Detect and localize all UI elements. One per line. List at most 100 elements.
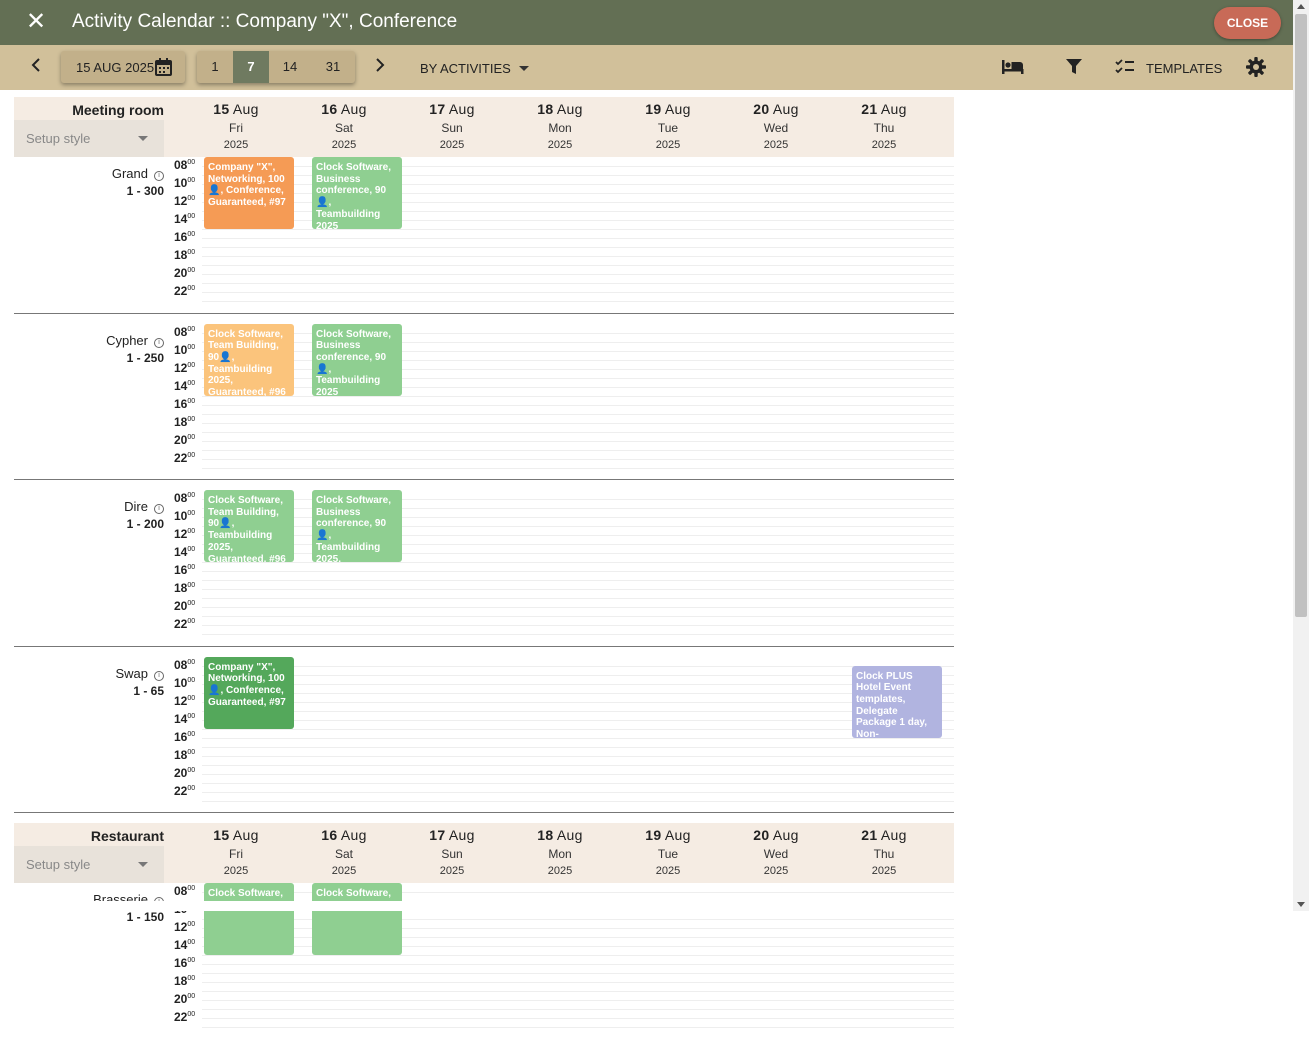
event-block[interactable]: Clock Software, Business conference, 90 … [312, 490, 402, 562]
half-hour-gridline [202, 955, 954, 956]
calendar-icon [155, 58, 172, 76]
room-name[interactable]: Dire i [124, 499, 164, 514]
event-block[interactable]: Clock Software, Business conference, 90 … [312, 323, 402, 396]
hour-gridline [202, 274, 954, 275]
group-header: Meeting room Setup style 15 Aug Fri 2025 16 A… [14, 97, 954, 157]
half-hour-gridline [202, 1027, 954, 1028]
event-block[interactable]: Company "X", Networking, 100 👤, Conferen… [204, 157, 294, 229]
range-option-1[interactable]: 1 [197, 51, 233, 83]
gear-icon[interactable] [1246, 57, 1266, 82]
vertical-scrollbar[interactable] [1293, 0, 1309, 911]
hour-value: 22 [174, 783, 188, 798]
day-weekday: Thu [873, 121, 895, 135]
day-header[interactable]: 20 Aug Wed 2025 [722, 97, 830, 151]
event-block[interactable]: Clock Software, Team Building, 90👤, Team… [204, 323, 294, 396]
day-header[interactable]: 18 Aug Mon 2025 [506, 823, 614, 877]
event-block[interactable]: Company "X", Networking, 100 👤, Conferen… [204, 656, 294, 729]
viewport-edge [0, 901, 1293, 911]
hour-label: 1600 [174, 563, 195, 577]
range-option-14[interactable]: 14 [269, 51, 311, 83]
info-icon[interactable]: i [154, 670, 164, 681]
day-year: 2025 [763, 865, 789, 877]
hour-minutes: 00 [187, 993, 196, 1000]
half-hour-gridline [202, 1009, 954, 1010]
day-header[interactable]: 17 Aug Sun 2025 [398, 97, 506, 151]
day-header[interactable]: 19 Aug Tue 2025 [614, 97, 722, 151]
day-header[interactable]: 18 Aug Mon 2025 [506, 97, 614, 151]
event-block[interactable]: Clock Software, Business conference, 90 … [312, 157, 402, 229]
range-option-7[interactable]: 7 [233, 51, 269, 83]
group-title: Restaurant [90, 828, 164, 844]
hour-minutes: 00 [187, 415, 196, 423]
scrollbar-thumb[interactable] [1295, 14, 1307, 617]
event-block[interactable]: Clock Software, Team Building, 90👤, Team… [204, 490, 294, 562]
info-icon[interactable]: i [154, 337, 164, 348]
setup-style-select[interactable]: Setup style [14, 120, 164, 157]
day-header[interactable]: 15 Aug Fri 2025 [182, 97, 290, 151]
hour-label: 2000 [174, 992, 195, 1006]
hour-value: 12 [174, 920, 188, 934]
day-header[interactable]: 21 Aug Thu 2025 [830, 823, 938, 877]
event-block[interactable]: Clock PLUS Hotel Event templates, Delega… [852, 665, 942, 738]
chevron-right-icon[interactable] [374, 56, 386, 77]
day-header[interactable]: 20 Aug Wed 2025 [722, 823, 830, 877]
event-block[interactable]: Clock Software, [204, 883, 294, 955]
day-weekday: Mon [548, 121, 572, 135]
room-name[interactable]: Swap i [115, 666, 164, 681]
day-header[interactable]: 17 Aug Sun 2025 [398, 823, 506, 877]
hour-minutes: 00 [187, 492, 196, 499]
day-date: 20 Aug [722, 101, 830, 117]
setup-style-select[interactable]: Setup style [14, 846, 164, 883]
close-button[interactable]: CLOSE [1214, 7, 1281, 39]
half-hour-gridline [202, 710, 954, 712]
room-name[interactable]: Cypher i [106, 333, 164, 348]
room-name[interactable]: Grand i [112, 166, 164, 181]
half-hour-gridline [202, 746, 954, 748]
hour-value: 22 [174, 1010, 188, 1024]
hour-value: 16 [174, 729, 188, 744]
filter-icon[interactable] [1066, 59, 1082, 80]
info-icon[interactable]: i [154, 171, 164, 181]
checklist-icon[interactable] [1115, 59, 1135, 80]
hour-minutes: 00 [187, 957, 196, 964]
hour-value: 08 [174, 491, 188, 505]
day-month: Aug [232, 101, 259, 117]
close-x-icon[interactable]: ✕ [26, 9, 46, 35]
half-hour-gridline [202, 800, 954, 802]
day-number: 17 [429, 101, 446, 117]
scroll-down-icon[interactable] [1297, 902, 1305, 907]
hour-label: 0800 [174, 884, 195, 898]
view-mode-select[interactable]: BY ACTIVITIES [420, 61, 511, 76]
hour-minutes: 00 [187, 510, 196, 517]
hour-minutes: 00 [187, 582, 196, 589]
hour-minutes: 00 [187, 885, 196, 892]
room-capacity: 1 - 200 [126, 517, 164, 531]
chevron-down-icon[interactable] [519, 66, 529, 71]
half-hour-gridline [202, 449, 954, 451]
day-month: Aug [664, 827, 691, 843]
chevron-left-icon[interactable] [30, 56, 42, 77]
day-header[interactable]: 15 Aug Fri 2025 [182, 823, 290, 877]
half-hour-gridline [202, 467, 954, 469]
hour-label: 2000 [174, 766, 195, 780]
day-date: 16 Aug [290, 827, 398, 843]
hour-minutes: 00 [187, 325, 196, 333]
scroll-up-icon[interactable] [1297, 4, 1305, 9]
hour-minutes: 00 [187, 267, 196, 274]
templates-button[interactable]: TEMPLATES [1146, 61, 1222, 76]
range-option-31[interactable]: 31 [311, 51, 355, 83]
day-month: Aug [556, 827, 583, 843]
half-hour-gridline [202, 616, 954, 617]
day-weekday: Sat [334, 847, 353, 861]
hour-minutes: 00 [187, 528, 196, 535]
half-hour-gridline [202, 728, 954, 730]
bed-icon[interactable] [1002, 60, 1024, 79]
day-header[interactable]: 16 Aug Sat 2025 [290, 97, 398, 151]
info-icon[interactable]: i [154, 504, 164, 514]
day-header[interactable]: 16 Aug Sat 2025 [290, 823, 398, 877]
hour-value: 20 [174, 765, 188, 780]
date-picker-button[interactable]: 15 AUG 2025 [61, 51, 185, 83]
day-header[interactable]: 21 Aug Thu 2025 [830, 97, 938, 151]
event-block[interactable]: Clock Software, [312, 883, 402, 955]
day-header[interactable]: 19 Aug Tue 2025 [614, 823, 722, 877]
